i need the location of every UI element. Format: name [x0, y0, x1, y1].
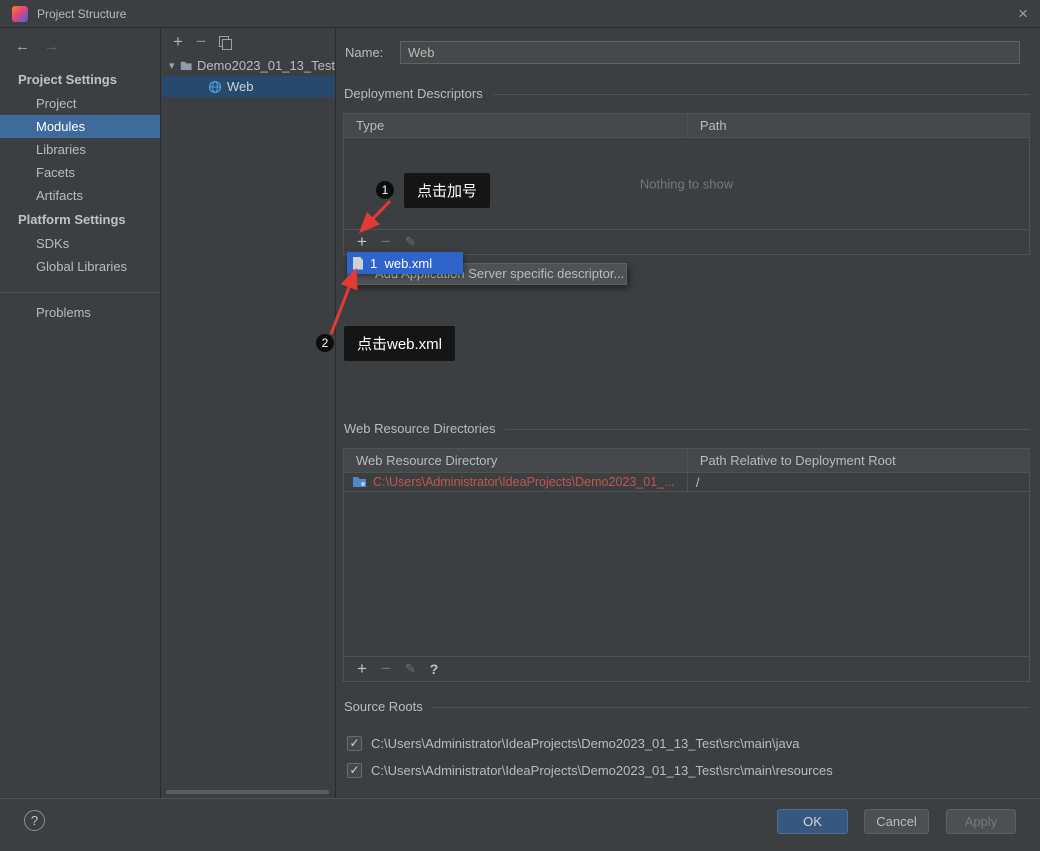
dialog-title: Project Structure — [37, 6, 127, 21]
step-1-tooltip: 点击加号 — [404, 173, 491, 208]
tree-item-label: Web — [227, 79, 254, 94]
table-row[interactable]: C:\Users\Administrator\IdeaProjects\Demo… — [344, 473, 1029, 492]
resource-relative-path: / — [695, 474, 700, 490]
web-resource-directories-section-header: Web Resource Directories — [344, 421, 1030, 436]
source-roots-section-header: Source Roots — [344, 699, 1030, 714]
remove-module-icon[interactable]: − — [196, 32, 206, 52]
sidebar-item-global-libraries[interactable]: Global Libraries — [0, 255, 160, 278]
copy-module-icon[interactable] — [218, 35, 232, 50]
deployment-descriptors-section-header: Deployment Descriptors — [344, 86, 1030, 101]
project-settings-header: Project Settings — [18, 72, 117, 87]
module-tree-toolbar: + − — [162, 29, 335, 55]
web-resource-directories-table: Web Resource Directory Path Relative to … — [343, 448, 1030, 682]
dialog-help-icon[interactable]: ? — [24, 810, 45, 831]
tree-hscrollbar[interactable] — [166, 790, 329, 794]
sidebar-divider — [0, 292, 160, 293]
column-header-type[interactable]: Type — [344, 114, 688, 137]
back-icon[interactable]: ← — [15, 38, 30, 55]
column-header-path[interactable]: Path — [688, 114, 1029, 137]
add-resource-icon[interactable]: + — [357, 659, 367, 679]
xml-file-icon — [353, 256, 363, 270]
module-web-facet-panel: Name: Web Deployment Descriptors Type Pa… — [337, 29, 1040, 798]
tree-item-web[interactable]: Web — [162, 76, 335, 97]
web-resource-toolbar: + − ✎ ? — [344, 656, 1029, 681]
section-title: Web Resource Directories — [344, 421, 496, 436]
source-root-path: C:\Users\Administrator\IdeaProjects\Demo… — [371, 762, 833, 778]
module-name-input[interactable]: Web — [400, 41, 1020, 64]
sidebar-item-sdks[interactable]: SDKs — [0, 232, 160, 255]
step-2-tooltip: 点击web.xml — [344, 326, 456, 361]
name-label: Name: — [345, 45, 384, 60]
project-folder-icon — [180, 61, 192, 71]
section-separator-line — [505, 429, 1030, 430]
section-title: Source Roots — [344, 699, 423, 714]
source-root-path: C:\Users\Administrator\IdeaProjects\Demo… — [371, 735, 800, 751]
source-root-row: ✓ C:\Users\Administrator\IdeaProjects\De… — [347, 758, 1030, 782]
apply-button[interactable]: Apply — [946, 809, 1016, 834]
table-body[interactable] — [344, 492, 1029, 656]
sidebar-item-libraries[interactable]: Libraries — [0, 138, 160, 161]
checkbox-checked-icon[interactable]: ✓ — [347, 735, 362, 751]
source-root-row: ✓ C:\Users\Administrator\IdeaProjects\De… — [347, 731, 1030, 755]
column-header-relative-path[interactable]: Path Relative to Deployment Root — [688, 449, 1029, 472]
sidebar-item-artifacts[interactable]: Artifacts — [0, 184, 160, 207]
tree-item-project-root[interactable]: ▾ Demo2023_01_13_Test — [162, 55, 335, 76]
section-separator-line — [492, 94, 1030, 95]
column-header-directory[interactable]: Web Resource Directory — [344, 449, 688, 472]
dialog-footer: ? OK Cancel Apply — [0, 798, 1040, 851]
remove-resource-icon[interactable]: − — [381, 659, 391, 679]
section-separator-line — [432, 707, 1030, 708]
resource-directory-path: C:\Users\Administrator\IdeaProjects\Demo… — [373, 475, 675, 489]
forward-icon[interactable]: → — [44, 38, 59, 55]
edit-resource-icon[interactable]: ✎ — [405, 661, 416, 677]
settings-sidebar: ← → Project Settings Project Modules Lib… — [0, 29, 161, 798]
checkbox-checked-icon[interactable]: ✓ — [347, 762, 362, 778]
history-nav: ← → — [0, 29, 160, 67]
table-header: Type Path — [344, 114, 1029, 138]
popup-item-web-xml[interactable]: 1 web.xml — [347, 252, 463, 274]
step-2-badge: 2 — [316, 334, 334, 352]
add-descriptor-icon[interactable]: + — [357, 232, 367, 252]
resource-folder-icon — [353, 477, 366, 487]
sidebar-item-facets[interactable]: Facets — [0, 161, 160, 184]
edit-descriptor-icon[interactable]: ✎ — [405, 234, 416, 250]
cancel-button[interactable]: Cancel — [864, 809, 929, 834]
ok-button[interactable]: OK — [777, 809, 848, 834]
close-icon[interactable]: × — [1018, 5, 1028, 22]
titlebar: Project Structure × — [0, 0, 1040, 28]
deployment-descriptors-toolbar: + − ✎ — [344, 229, 1029, 254]
intellij-logo-icon — [12, 5, 28, 22]
chevron-down-icon[interactable]: ▾ — [169, 59, 175, 72]
project-structure-dialog: Project Structure × ← → Project Settings… — [0, 0, 1040, 851]
add-module-icon[interactable]: + — [173, 32, 183, 52]
tree-item-label: Demo2023_01_13_Test — [196, 58, 335, 73]
popup-item-label: 1 web.xml — [370, 255, 433, 271]
help-icon[interactable]: ? — [430, 661, 439, 677]
table-header: Web Resource Directory Path Relative to … — [344, 449, 1029, 473]
step-1-badge: 1 — [376, 181, 394, 199]
module-tree-panel: + − ▾ Demo2023_01_13_Test Web — [162, 29, 336, 798]
sidebar-item-project[interactable]: Project — [0, 92, 160, 115]
section-title: Deployment Descriptors — [344, 86, 483, 101]
web-module-icon — [208, 80, 222, 93]
remove-descriptor-icon[interactable]: − — [381, 232, 391, 252]
sidebar-item-modules[interactable]: Modules — [0, 115, 160, 138]
sidebar-item-problems[interactable]: Problems — [0, 301, 160, 324]
platform-settings-header: Platform Settings — [18, 212, 126, 227]
